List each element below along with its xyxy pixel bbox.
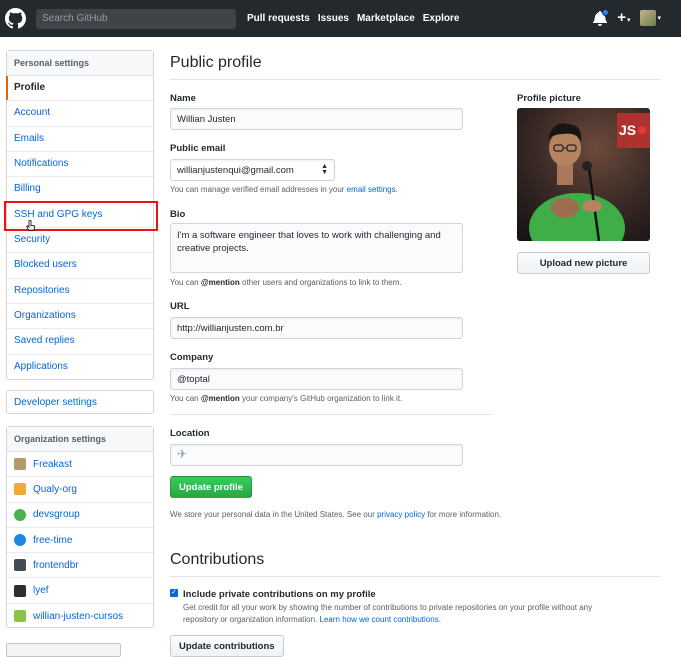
name-field[interactable]: Willian Justen (170, 108, 463, 130)
org-avatar (14, 610, 26, 623)
company-note: You can @mention your company's GitHub o… (170, 394, 403, 403)
sidebar-item-organizations[interactable]: Organizations (7, 304, 153, 330)
name-label: Name (170, 93, 196, 104)
org-avatar (14, 483, 26, 496)
profile-picture-label: Profile picture (517, 93, 581, 104)
public-email-select[interactable]: willianjustenqui@gmail.com ▲ ▼ (170, 159, 335, 181)
chevron-down-icon: ▾ (626, 17, 631, 24)
plus-icon: + (617, 9, 626, 26)
bio-note: You can @mention other users and organiz… (170, 278, 402, 287)
org-label: Qualy-org (33, 483, 77, 495)
divider (170, 79, 660, 80)
nav-pull-requests[interactable]: Pull requests (247, 13, 310, 24)
email-settings-link[interactable]: email settings (347, 185, 396, 194)
sidebar-item-emails[interactable]: Emails (7, 127, 153, 153)
select-arrows-icon: ▲ ▼ (321, 163, 328, 176)
organization-settings-menu: Organization settings Freakast Qualy-org… (6, 426, 154, 628)
github-logo-icon[interactable] (5, 8, 26, 29)
profile-picture-image: JS (517, 108, 650, 241)
bio-label: Bio (170, 209, 186, 220)
nav-marketplace[interactable]: Marketplace (357, 13, 415, 24)
privacy-policy-link[interactable]: privacy policy (377, 510, 425, 519)
org-label: Freakast (33, 458, 72, 470)
divider (170, 576, 660, 577)
notification-dot (602, 9, 610, 16)
chevron-down-icon: ▾ (657, 15, 661, 22)
nav-issues[interactable]: Issues (318, 13, 349, 24)
learn-contributions-link[interactable]: Learn how we count contributions (320, 615, 439, 624)
org-item-frontendbr[interactable]: frontendbr (7, 553, 153, 579)
company-field[interactable]: @toptal (170, 368, 463, 390)
public-email-value: willianjustenqui@gmail.com (177, 165, 294, 176)
avatar (640, 10, 657, 26)
bio-textarea[interactable]: I'm a software engineer that loves to wo… (170, 223, 463, 273)
org-avatar (14, 458, 26, 471)
header-actions: +▾ ▾ (593, 9, 661, 26)
sidebar-item-repositories[interactable]: Repositories (7, 279, 153, 305)
nav-explore[interactable]: Explore (423, 13, 460, 24)
update-profile-button[interactable]: Update profile (170, 476, 252, 498)
org-item-willian-justen-cursos[interactable]: willian-justen-cursos (7, 604, 153, 629)
developer-settings-menu: Developer settings (6, 390, 154, 414)
public-email-label: Public email (170, 143, 226, 154)
upload-new-picture-button[interactable]: Upload new picture (517, 252, 650, 274)
horizontal-scrollbar[interactable] (6, 643, 121, 657)
sidebar-item-account[interactable]: Account (7, 101, 153, 127)
url-field[interactable]: http://willianjusten.com.br (170, 317, 463, 339)
update-contributions-button[interactable]: Update contributions (170, 635, 284, 657)
url-label: URL (170, 301, 190, 312)
organization-settings-heading: Organization settings (7, 427, 153, 452)
include-private-contributions-label: Include private contributions on my prof… (183, 589, 376, 600)
email-note: You can manage verified email addresses … (170, 185, 398, 194)
org-item-lyef[interactable]: lyef (7, 578, 153, 604)
sidebar-item-developer-settings[interactable]: Developer settings (7, 391, 153, 413)
contributions-title: Contributions (170, 551, 265, 568)
org-avatar (14, 559, 26, 572)
org-item-qualy-org[interactable]: Qualy-org (7, 477, 153, 503)
sidebar-item-notifications[interactable]: Notifications (7, 152, 153, 178)
org-avatar (14, 584, 26, 597)
personal-settings-heading: Personal settings (7, 51, 153, 76)
page-title: Public profile (170, 54, 262, 71)
divider (170, 414, 492, 415)
sidebar-item-billing[interactable]: Billing (7, 177, 153, 203)
org-avatar (14, 508, 26, 521)
org-item-devsgroup[interactable]: devsgroup (7, 503, 153, 528)
top-header: Search GitHub Pull requests Issues Marke… (0, 0, 681, 37)
location-label: Location (170, 428, 210, 439)
svg-text:JS: JS (619, 122, 636, 138)
notifications-bell-icon[interactable] (593, 9, 610, 26)
org-item-free-time[interactable]: free-time (7, 528, 153, 554)
include-private-contributions-checkbox[interactable]: ✓ (170, 589, 178, 597)
location-field[interactable]: ✈ (170, 444, 463, 466)
sidebar-item-profile[interactable]: Profile (6, 76, 153, 102)
org-label: devsgroup (33, 509, 80, 521)
sidebar-item-blocked-users[interactable]: Blocked users (7, 253, 153, 279)
user-menu-dropdown[interactable]: ▾ (640, 10, 661, 26)
header-nav: Pull requests Issues Marketplace Explore (247, 13, 467, 24)
search-input[interactable]: Search GitHub (36, 9, 236, 29)
pointer-cursor-icon (26, 220, 36, 231)
org-avatar (14, 534, 26, 547)
sidebar-item-saved-replies[interactable]: Saved replies (7, 329, 153, 355)
org-label: frontendbr (33, 559, 79, 571)
create-new-dropdown[interactable]: +▾ (617, 10, 630, 26)
org-label: free-time (33, 534, 73, 546)
contributions-description: Get credit for all your work by showing … (183, 603, 593, 624)
org-label: willian-justen-cursos (33, 610, 124, 622)
company-label: Company (170, 352, 214, 363)
sidebar-item-applications[interactable]: Applications (7, 355, 153, 380)
org-label: lyef (33, 585, 49, 597)
org-item-freakast[interactable]: Freakast (7, 452, 153, 478)
privacy-note: We store your personal data in the Unite… (170, 510, 502, 519)
